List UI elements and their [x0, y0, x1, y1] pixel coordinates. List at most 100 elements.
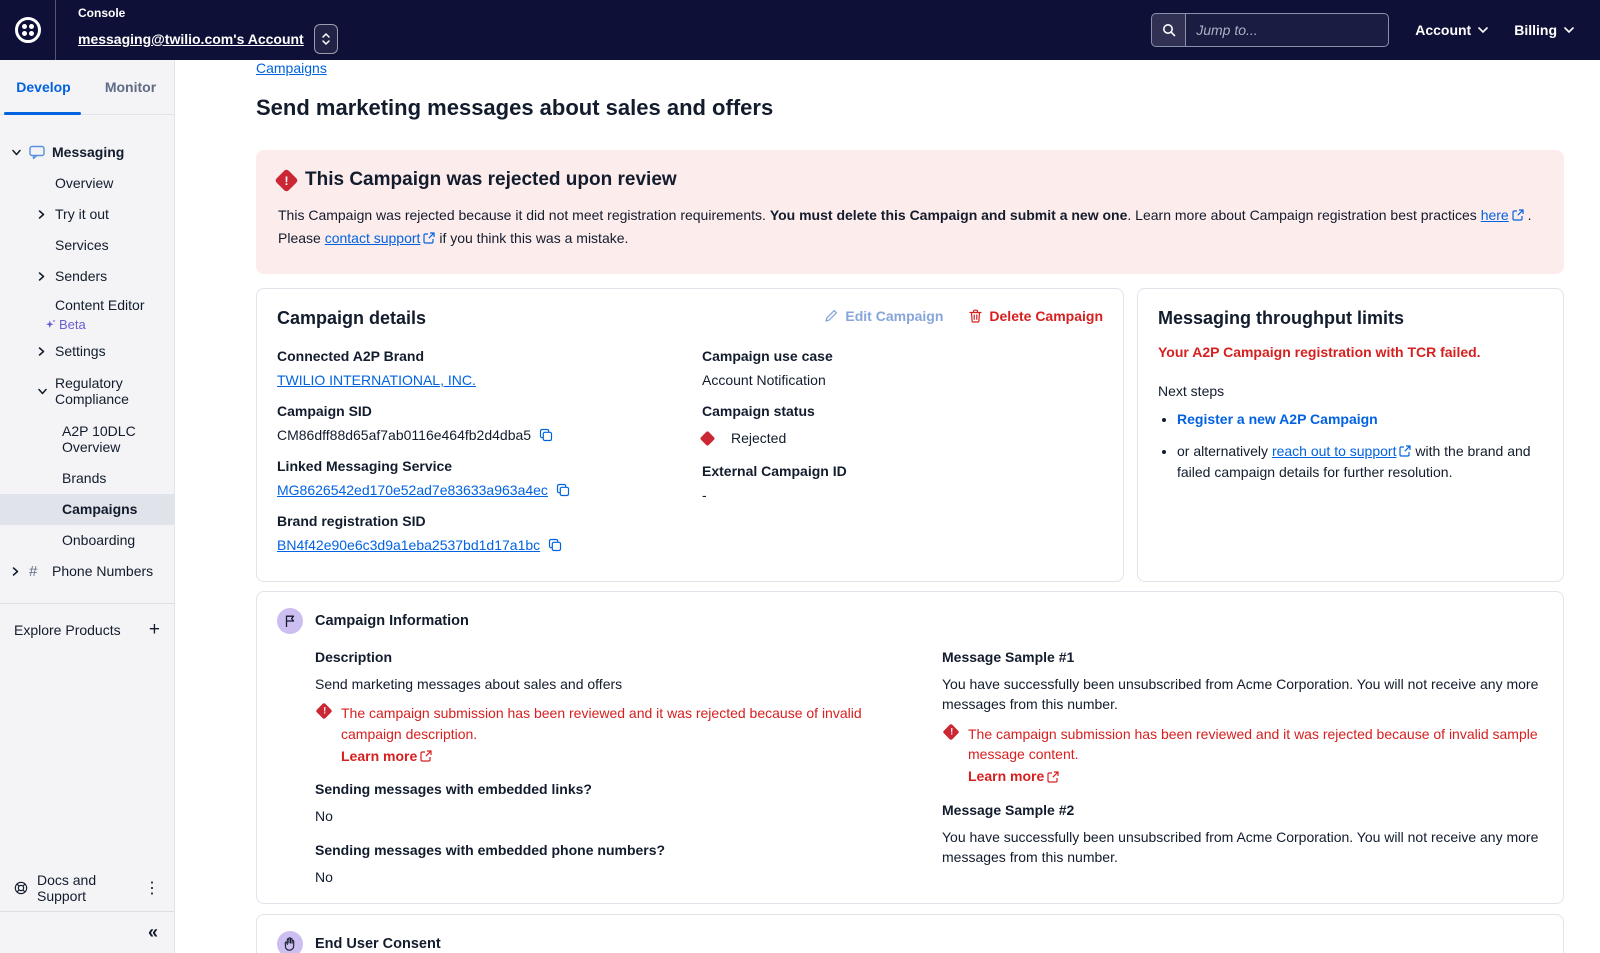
sidebar-item-settings[interactable]: Settings: [0, 336, 174, 367]
field-campaign-sid: Campaign SID CM86dff88d65af7ab0116e464fb…: [277, 403, 702, 443]
embedded-phone-value: No: [315, 867, 916, 887]
campaign-sid-value: CM86dff88d65af7ab0116e464fb2d4dba5: [277, 427, 531, 443]
account-menu-label: Account: [1415, 22, 1471, 38]
sidebar: Develop Monitor Messaging Overview Try i…: [0, 60, 175, 953]
error-diamond-icon: !: [274, 168, 298, 192]
chevron-down-icon: [1478, 27, 1488, 33]
sidebar-item-senders[interactable]: Senders: [0, 261, 174, 292]
next-steps-list: Register a new A2P Campaign or alternati…: [1177, 409, 1543, 483]
docs-and-support[interactable]: Docs and Support ⋮: [0, 865, 174, 911]
rejection-alert: ! This Campaign was rejected upon review…: [256, 150, 1564, 274]
description-error: ! The campaign submission has been revie…: [315, 703, 916, 766]
campaign-details-title: Campaign details: [277, 308, 426, 329]
sample1-label: Message Sample #1: [942, 649, 1543, 665]
brand-registration-link[interactable]: BN4f42e90e6c3d9a1eba2537bd1d17a1bc: [277, 537, 540, 553]
console-label: Console: [78, 6, 338, 20]
embedded-links-value: No: [315, 806, 916, 826]
field-label: External Campaign ID: [702, 463, 1103, 479]
sidebar-item-services[interactable]: Services: [0, 230, 174, 261]
field-label: Campaign use case: [702, 348, 1103, 364]
copy-icon[interactable]: [556, 483, 570, 497]
error-text: The campaign submission has been reviewe…: [968, 726, 1538, 762]
sample1-value: You have successfully been unsubscribed …: [942, 674, 1543, 715]
sidebar-item-overview[interactable]: Overview: [0, 168, 174, 199]
chat-bubble-icon: [29, 145, 45, 160]
sidebar-item-label: Phone Numbers: [52, 563, 153, 579]
learn-more-link[interactable]: Learn more: [341, 746, 417, 766]
copy-icon[interactable]: [539, 428, 553, 442]
sidebar-item-regulatory-compliance[interactable]: Regulatory Compliance: [0, 367, 174, 415]
sample1-error: ! The campaign submission has been revie…: [942, 724, 1543, 787]
delete-campaign-label: Delete Campaign: [989, 308, 1103, 324]
sidebar-item-label: Regulatory Compliance: [55, 375, 155, 407]
error-text: The campaign submission has been reviewe…: [341, 705, 862, 741]
field-linked-messaging-service: Linked Messaging Service MG8626542ed170e…: [277, 458, 702, 498]
alert-text-bold: You must delete this Campaign and submit…: [770, 207, 1128, 223]
sidebar-item-label: Messaging: [52, 144, 124, 160]
twilio-logo[interactable]: [0, 0, 56, 60]
sample2-label: Message Sample #2: [942, 802, 1543, 818]
account-name-link[interactable]: messaging@twilio.com's Account: [78, 31, 304, 47]
edit-campaign-label: Edit Campaign: [845, 308, 943, 324]
error-diamond-icon: !: [316, 703, 333, 720]
sidebar-item-label: Content Editor: [55, 297, 145, 313]
sidebar-item-content-editor[interactable]: Content Editor: [0, 292, 174, 318]
list-item: Register a new A2P Campaign: [1177, 409, 1543, 430]
account-switcher-button[interactable]: [314, 24, 338, 54]
delete-campaign-button[interactable]: Delete Campaign: [969, 308, 1103, 324]
add-product-button[interactable]: +: [149, 620, 160, 639]
chevron-down-icon: [38, 388, 47, 395]
tab-develop[interactable]: Develop: [0, 60, 87, 114]
sidebar-item-try-it-out[interactable]: Try it out: [0, 199, 174, 230]
explore-products-label: Explore Products: [14, 622, 121, 638]
field-label: Linked Messaging Service: [277, 458, 702, 474]
here-link[interactable]: here: [1481, 207, 1509, 223]
contact-support-link[interactable]: contact support: [325, 230, 421, 246]
chevron-right-icon: [12, 567, 19, 576]
alert-body: This Campaign was rejected because it di…: [278, 204, 1542, 250]
learn-more-link[interactable]: Learn more: [968, 766, 1044, 786]
billing-menu-label: Billing: [1514, 22, 1557, 38]
edit-campaign-button[interactable]: Edit Campaign: [824, 308, 943, 324]
billing-menu[interactable]: Billing: [1514, 22, 1574, 38]
breadcrumb[interactable]: Campaigns: [256, 60, 327, 76]
sidebar-item-campaigns[interactable]: Campaigns: [0, 494, 174, 525]
chevron-right-icon: [38, 210, 45, 219]
external-id-value: -: [702, 487, 707, 503]
tab-monitor[interactable]: Monitor: [87, 60, 174, 114]
campaign-information-card: Campaign Information Description Send ma…: [256, 591, 1564, 904]
external-link-icon: [1399, 445, 1411, 457]
life-ring-icon: [14, 880, 28, 896]
sidebar-item-label: Overview: [55, 175, 113, 191]
field-connected-a2p-brand: Connected A2P Brand TWILIO INTERNATIONAL…: [277, 348, 702, 388]
sidebar-item-a2p-10dlc-overview[interactable]: A2P 10DLC Overview: [0, 415, 174, 463]
account-menu[interactable]: Account: [1415, 22, 1488, 38]
connected-brand-link[interactable]: TWILIO INTERNATIONAL, INC.: [277, 372, 476, 388]
sidebar-nav: Messaging Overview Try it out Services S…: [0, 115, 174, 639]
register-campaign-link[interactable]: Register a new A2P Campaign: [1177, 411, 1378, 427]
next-steps-label: Next steps: [1158, 383, 1543, 399]
hash-icon: #: [29, 563, 37, 580]
pencil-icon: [824, 309, 838, 323]
jump-to-input[interactable]: [1186, 14, 1388, 46]
status-badge: Rejected: [731, 430, 786, 446]
sample2-value: You have successfully been unsubscribed …: [942, 827, 1543, 868]
flag-icon: [277, 608, 303, 634]
messaging-service-link[interactable]: MG8626542ed170e52ad7e83633a963a4ec: [277, 482, 548, 498]
copy-icon[interactable]: [548, 538, 562, 552]
campaign-details-card: Campaign details Edit Campaign Delete Ca…: [256, 288, 1124, 582]
sidebar-item-onboarding[interactable]: Onboarding: [0, 525, 174, 556]
sidebar-item-phone-numbers[interactable]: # Phone Numbers: [0, 556, 174, 587]
search-button[interactable]: [1152, 14, 1186, 46]
reach-out-support-link[interactable]: reach out to support: [1272, 443, 1397, 459]
sparkle-icon: [45, 319, 56, 330]
docs-and-support-label: Docs and Support: [37, 872, 135, 904]
collapse-sidebar-button[interactable]: «: [148, 922, 158, 943]
description-value: Send marketing messages about sales and …: [315, 674, 916, 694]
chevron-down-icon: [12, 149, 21, 156]
sidebar-item-messaging[interactable]: Messaging: [0, 137, 174, 168]
kebab-menu-icon[interactable]: ⋮: [144, 878, 160, 898]
sidebar-item-label: Campaigns: [62, 501, 137, 517]
sidebar-item-brands[interactable]: Brands: [0, 463, 174, 494]
sidebar-item-label: Onboarding: [62, 532, 135, 548]
